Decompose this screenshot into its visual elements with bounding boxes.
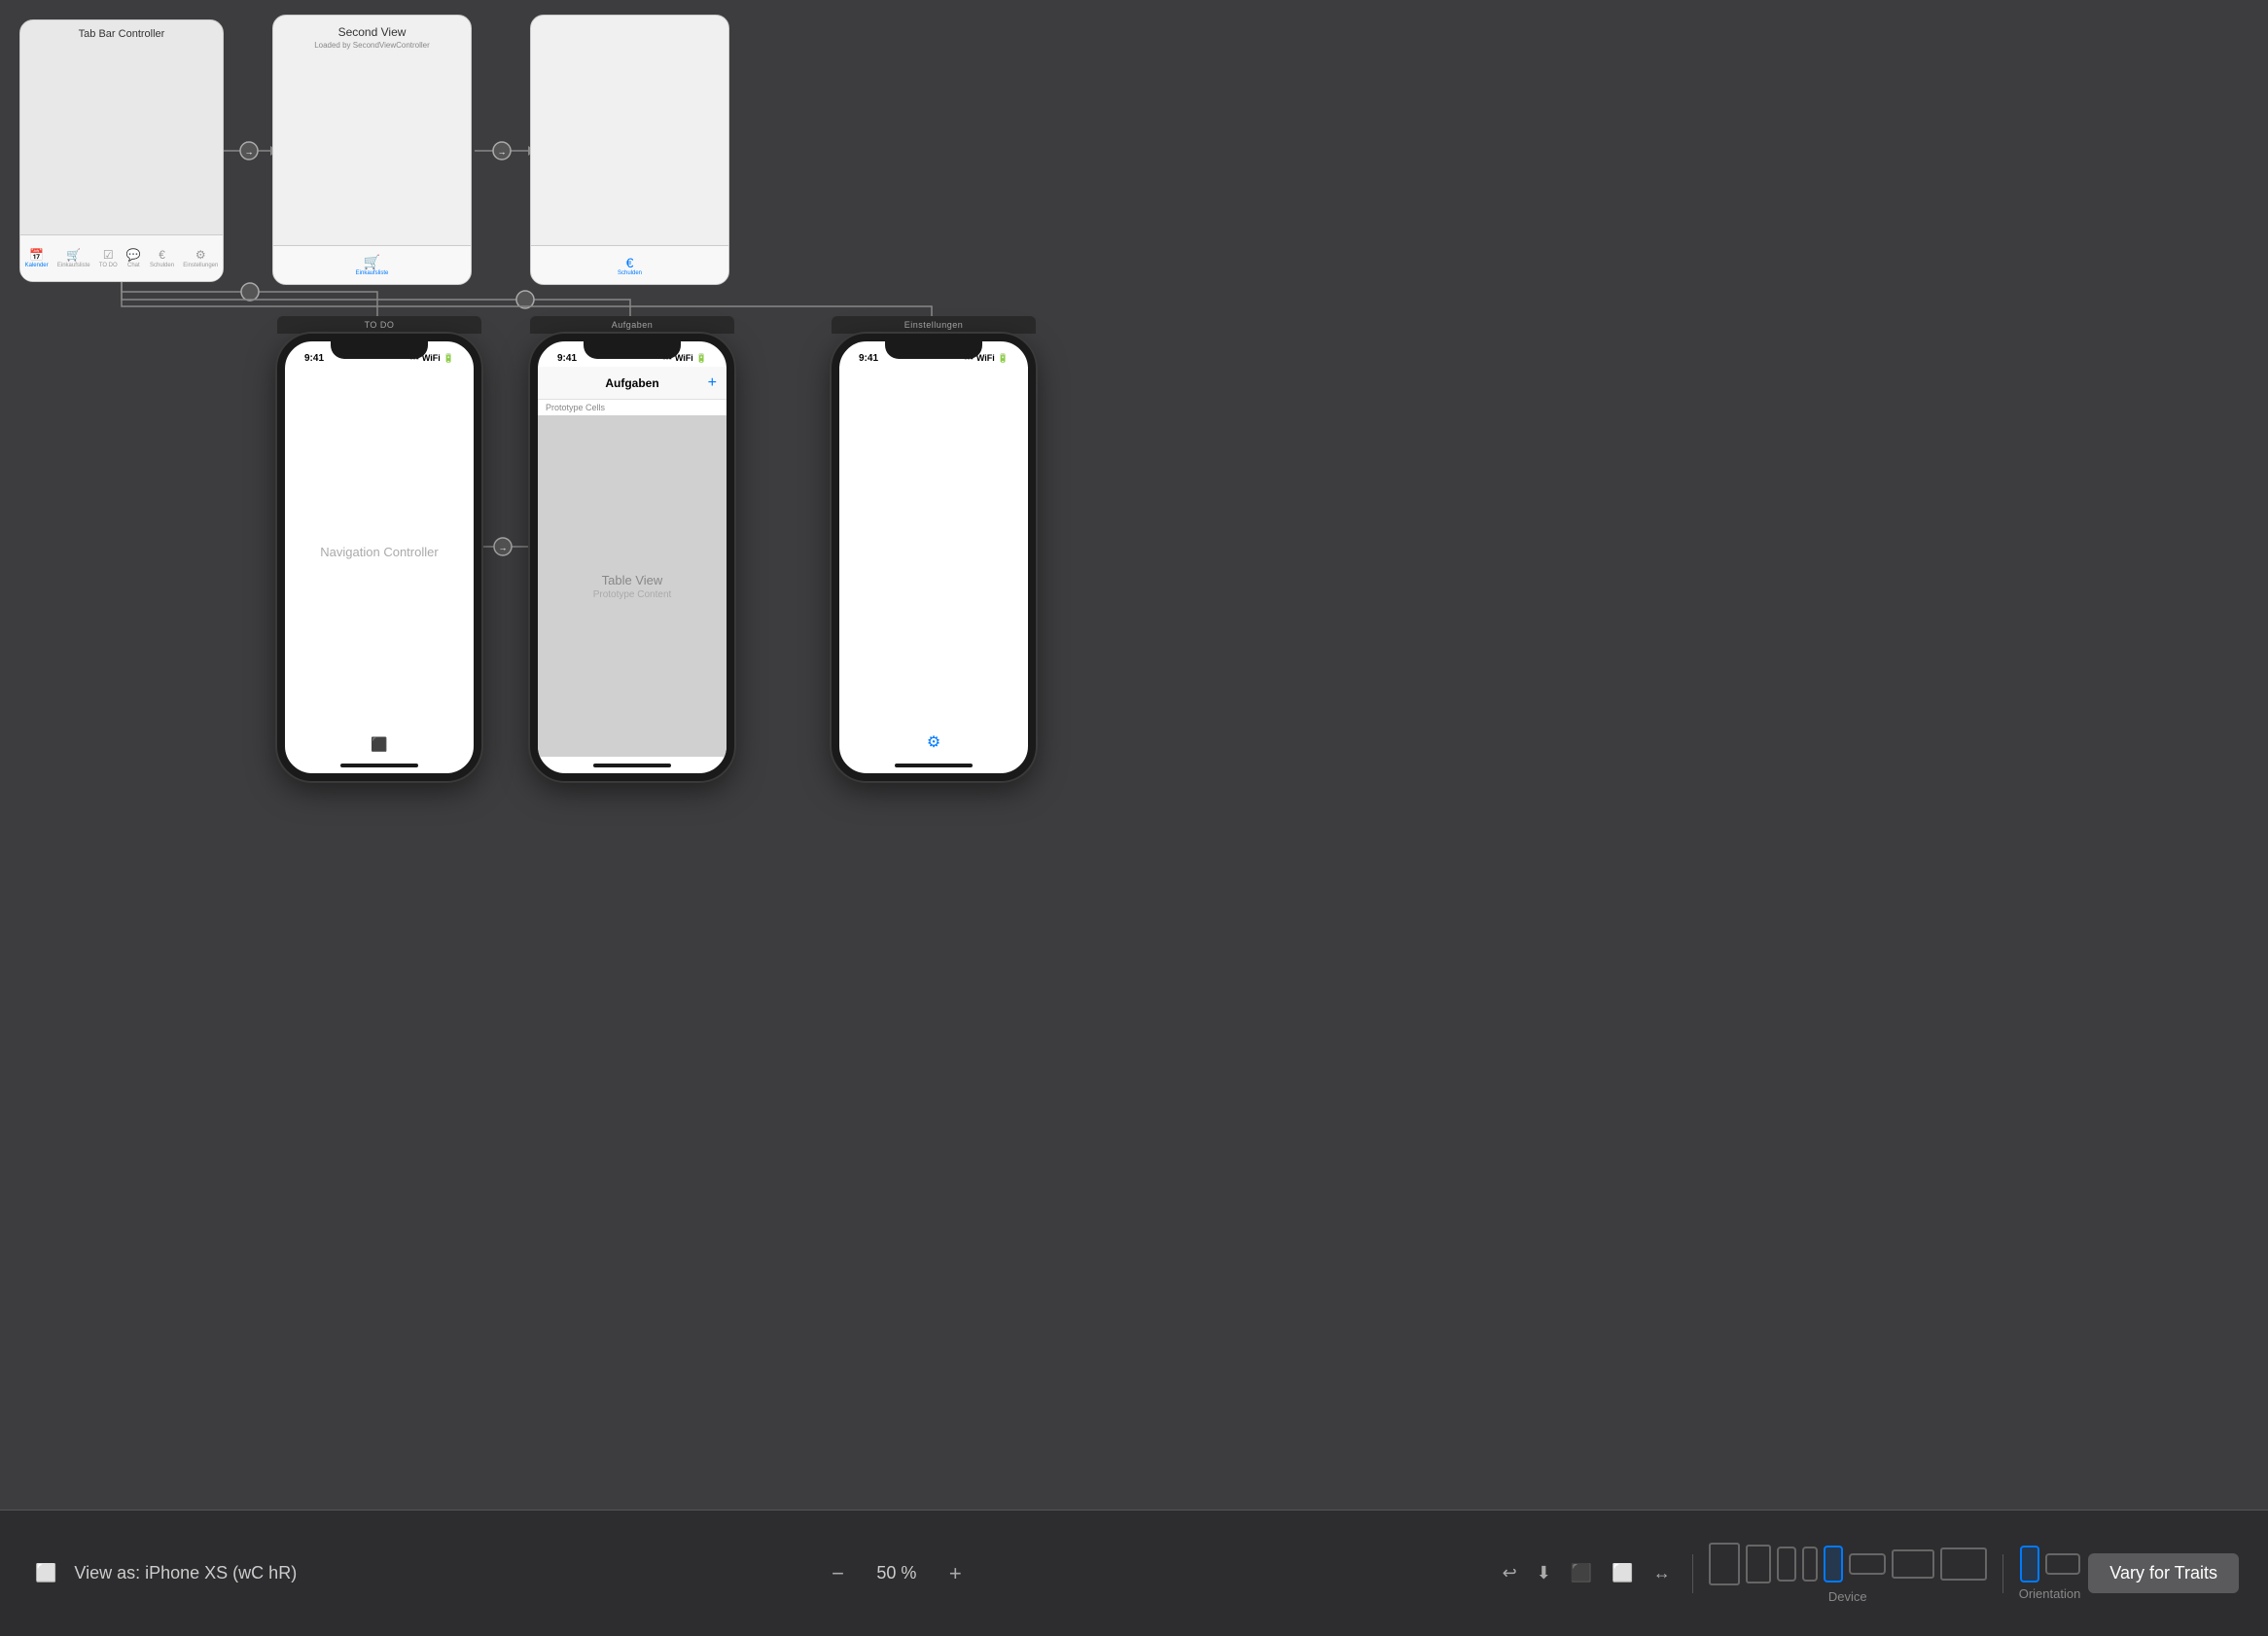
einst-wifi-icon: WiFi <box>976 353 995 363</box>
battery-icon: 🔋 <box>443 353 454 364</box>
einstellungen-container[interactable]: Einstellungen 9:41 ▪▪▪ WiFi 🔋 ⚙ <box>832 316 1036 781</box>
portrait-icon[interactable] <box>2020 1546 2039 1583</box>
more-btn[interactable]: ↔ <box>1648 1559 1677 1587</box>
einst-battery-icon: 🔋 <box>998 353 1009 364</box>
tab-kalender-label: Kalender <box>25 263 49 268</box>
tab-schulden-label: Schulden <box>150 263 174 268</box>
tab-einstellungen-label: Einstellungen <box>183 263 218 268</box>
fit-btn[interactable]: ⬛ <box>1565 1559 1598 1587</box>
table-view-area: Table View Prototype Content <box>538 416 726 757</box>
svg-text:→: → <box>499 543 508 552</box>
device-selector-group: Device <box>1709 1543 1987 1604</box>
third-view-container[interactable]: € Schulden <box>530 15 729 285</box>
table-view-label: Table View <box>602 573 663 587</box>
storyboard-canvas: → → → Tab Bar Controller 📅 Kalender <box>0 0 2268 1576</box>
tab-bar-controller-box[interactable]: Tab Bar Controller 📅 Kalender 🛒 Einkaufs… <box>19 19 224 282</box>
tab-einkauf-label: Einkaufsliste <box>57 263 90 268</box>
table-view-sublabel: Prototype Content <box>593 589 672 600</box>
bottom-toolbar: ⬜ View as: iPhone XS (wC hR) − 50 % + ↩ … <box>0 1510 2268 1636</box>
tab-einkauf[interactable]: 🛒 Einkaufsliste <box>57 248 90 268</box>
todo-icon: ☑ <box>103 248 114 262</box>
ipad-pro-landscape-icon[interactable] <box>1940 1547 1987 1581</box>
kalender-icon: 📅 <box>29 248 44 262</box>
tab-chat-label: Chat <box>127 263 140 268</box>
iphone-slim-icon[interactable] <box>1802 1547 1818 1582</box>
second-view-sublabel: Loaded by SecondViewController <box>283 41 461 50</box>
schulden-icon: € <box>159 248 165 262</box>
status-time: 9:41 <box>304 353 324 364</box>
vary-for-traits-btn[interactable]: Vary for Traits <box>2088 1553 2239 1593</box>
ipad-large-icon[interactable] <box>1709 1543 1740 1585</box>
aufgaben-wifi-icon: WiFi <box>675 353 693 363</box>
sidebar-toggle-btn[interactable]: ⬜ <box>29 1559 62 1587</box>
orientation-label: Orientation <box>2019 1586 2081 1601</box>
orientation-group: Orientation <box>2019 1546 2081 1601</box>
ipad-landscape-icon[interactable] <box>1892 1549 1934 1579</box>
zoom-out-btn[interactable]: − <box>824 1557 852 1590</box>
zoom-fit-btn[interactable]: ⬜ <box>1606 1559 1639 1587</box>
aufgaben-battery-icon: 🔋 <box>696 353 707 364</box>
orientation-divider <box>2002 1554 2003 1593</box>
svg-text:→: → <box>245 147 254 157</box>
nav-ctrl-bottom-icon: ⬛ <box>371 736 387 752</box>
iphone-active-icon[interactable] <box>1824 1546 1843 1583</box>
tab-einstellungen[interactable]: ⚙ Einstellungen <box>183 248 218 268</box>
tab-kalender[interactable]: 📅 Kalender <box>25 248 49 268</box>
svg-text:→: → <box>498 147 507 157</box>
einstellungen-ctrl-label: Einstellungen <box>832 316 1036 334</box>
aufgaben-container[interactable]: Aufgaben 9:41 ▪▪▪ WiFi 🔋 Aufgaben + Prot… <box>530 316 734 781</box>
view-as-label: View as: iPhone XS (wC hR) <box>74 1563 297 1583</box>
landscape-icon[interactable] <box>2045 1553 2080 1575</box>
tab-chat[interactable]: 💬 Chat <box>126 248 141 268</box>
iphone-regular-icon[interactable] <box>1777 1547 1796 1582</box>
aufgaben-plus-btn[interactable]: + <box>708 374 717 392</box>
toolbar-left: ⬜ View as: iPhone XS (wC hR) <box>29 1559 297 1587</box>
tab-todo-label: TO DO <box>99 263 118 268</box>
tab-bar-controller-title: Tab Bar Controller <box>20 20 223 48</box>
iphone-landscape-icon[interactable] <box>1849 1553 1886 1575</box>
einstellungen-icon: ⚙ <box>195 248 206 262</box>
chat-icon: 💬 <box>126 248 141 262</box>
second-view-title: Second View <box>283 25 461 39</box>
toolbar-divider <box>1692 1554 1693 1593</box>
zoom-in-btn[interactable]: + <box>941 1557 970 1590</box>
todo-nav-container[interactable]: TO DO 9:41 ▪▪▪ WiFi 🔋 Navigation Control… <box>277 316 481 781</box>
aufgaben-ctrl-label: Aufgaben <box>530 316 734 334</box>
toolbar-right: ↩ ⬇ ⬛ ⬜ ↔ <box>1497 1543 2239 1604</box>
second-view-container[interactable]: Second View Loaded by SecondViewControll… <box>272 15 472 285</box>
ipad-medium-icon[interactable] <box>1746 1545 1771 1583</box>
einst-status-time: 9:41 <box>859 353 878 364</box>
prototype-cells-label: Prototype Cells <box>538 400 726 416</box>
download-btn[interactable]: ⬇ <box>1531 1559 1557 1587</box>
device-icons <box>1709 1543 1987 1585</box>
aufgaben-status-time: 9:41 <box>557 353 577 364</box>
device-group-label: Device <box>1828 1589 1867 1604</box>
undo-btn[interactable]: ↩ <box>1497 1559 1523 1587</box>
aufgaben-nav-title: Aufgaben <box>605 376 658 390</box>
nav-ctrl-label: Navigation Controller <box>320 545 438 559</box>
tab-todo[interactable]: ☑ TO DO <box>99 248 118 268</box>
einst-gear-icon: ⚙ <box>927 734 940 751</box>
zoom-level-label: 50 % <box>868 1563 926 1583</box>
toolbar-center: − 50 % + <box>297 1557 1496 1590</box>
einkauf-icon: 🛒 <box>66 248 81 262</box>
todo-ctrl-label: TO DO <box>277 316 481 334</box>
tab-schulden[interactable]: € Schulden <box>150 248 174 268</box>
wifi-icon: WiFi <box>422 353 441 363</box>
